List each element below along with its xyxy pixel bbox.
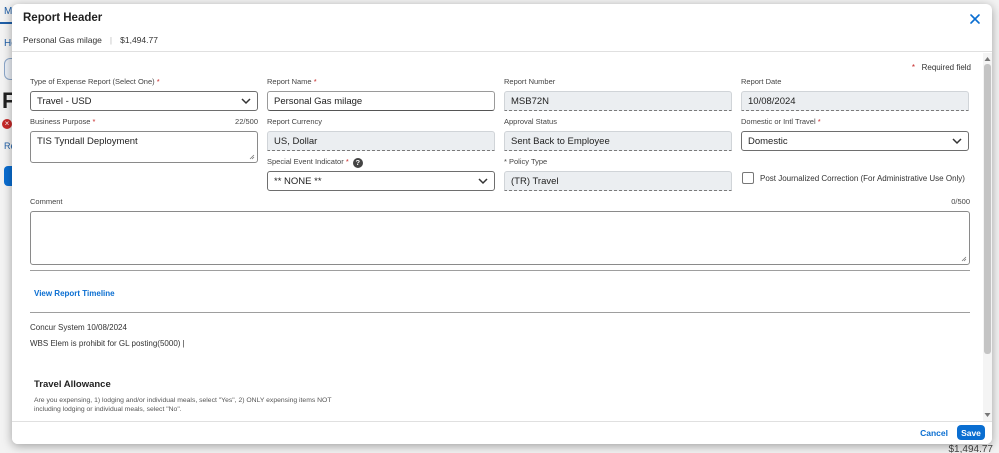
special-event-field: Special Event Indicator *? ** NONE ** (267, 157, 495, 191)
policy-type-value: (TR) Travel (511, 175, 559, 187)
approval-status-value: Sent Back to Employee (511, 135, 610, 147)
business-purpose-counter: 22/500 (235, 117, 258, 126)
report-summary: Personal Gas milage | $1,494.77 (23, 35, 158, 45)
report-number-field: Report Number MSB72N (504, 77, 732, 111)
business-purpose-value: TIS Tyndall Deployment (37, 136, 138, 147)
scrollbar-thumb[interactable] (984, 64, 991, 354)
required-star: * (911, 63, 915, 72)
summary-separator: | (109, 35, 113, 45)
expense-type-field: Type of Expense Report (Select One) * Tr… (30, 77, 258, 111)
travel-allowance-description: Are you expensing, 1) lodging and/or ind… (34, 397, 332, 413)
comment-counter: 0/500 (951, 197, 970, 206)
policy-type-input: (TR) Travel (504, 171, 732, 191)
post-journalized-row: Post Journalized Correction (For Adminis… (742, 172, 970, 184)
timeline-message: WBS Elem is prohibit for GL posting(5000… (30, 339, 185, 348)
post-journalized-field: Post Journalized Correction (For Adminis… (742, 172, 970, 184)
domestic-intl-select[interactable]: Domestic (741, 131, 969, 151)
required-note-text: Required field (921, 63, 971, 72)
scroll-down-arrow-icon[interactable] (984, 412, 991, 418)
report-number-label: Report Number (504, 77, 556, 86)
special-event-select[interactable]: ** NONE ** (267, 171, 495, 191)
report-date-input: 10/08/2024 (741, 91, 969, 111)
travel-allowance-title: Travel Allowance (34, 379, 111, 390)
chevron-down-icon (478, 178, 488, 185)
error-icon: × (2, 119, 12, 129)
dialog-title: Report Header (23, 12, 103, 24)
post-journalized-checkbox[interactable] (742, 172, 754, 184)
policy-type-field: * Policy Type (TR) Travel (504, 157, 732, 191)
policy-type-label: * Policy Type (504, 157, 548, 166)
report-date-label: Report Date (741, 77, 782, 86)
approval-status-input: Sent Back to Employee (504, 131, 732, 151)
summary-report-name: Personal Gas milage (23, 35, 102, 45)
report-header-dialog: Report Header Personal Gas milage | $1,4… (12, 4, 992, 444)
report-currency-label: Report Currency (267, 117, 323, 126)
report-name-input[interactable]: Personal Gas milage (267, 91, 495, 111)
domestic-intl-label: Domestic or Intl Travel * (741, 117, 821, 126)
expense-type-value: Travel - USD (37, 95, 92, 107)
required-field-note: * Required field (912, 63, 971, 72)
section-divider (30, 270, 970, 271)
approval-status-label: Approval Status (504, 117, 557, 126)
report-number-value: MSB72N (511, 95, 550, 107)
post-journalized-label: Post Journalized Correction (For Adminis… (760, 173, 965, 183)
approval-status-field: Approval Status Sent Back to Employee (504, 117, 732, 151)
report-currency-value: US, Dollar (274, 135, 318, 147)
report-name-field: Report Name * Personal Gas milage (267, 77, 495, 111)
dialog-header: Report Header Personal Gas milage | $1,4… (12, 4, 992, 52)
report-number-input: MSB72N (504, 91, 732, 111)
report-name-label: Report Name * (267, 77, 317, 86)
report-currency-field: Report Currency US, Dollar (267, 117, 495, 151)
scroll-up-arrow-icon[interactable] (984, 56, 991, 62)
expense-type-label: Type of Expense Report (Select One) * (30, 77, 160, 86)
special-event-value: ** NONE ** (274, 175, 322, 187)
report-name-value: Personal Gas milage (274, 95, 363, 107)
business-purpose-field: Business Purpose * 22/500 TIS Tyndall De… (30, 117, 258, 163)
close-button[interactable] (968, 12, 982, 26)
expense-type-select[interactable]: Travel - USD (30, 91, 258, 111)
comment-label: Comment 0/500 (30, 197, 970, 206)
resize-handle-icon[interactable] (249, 154, 255, 160)
chevron-down-icon (241, 98, 251, 105)
summary-report-amount: $1,494.77 (120, 35, 158, 45)
help-icon[interactable]: ? (352, 158, 363, 168)
dialog-body: * Required field Type of Expense Report … (12, 53, 992, 421)
timeline-system-entry: Concur System 10/08/2024 (30, 323, 127, 332)
chevron-down-icon (952, 138, 962, 145)
dialog-footer: Cancel Save (12, 421, 992, 444)
report-currency-input: US, Dollar (267, 131, 495, 151)
special-event-label: Special Event Indicator *? (267, 157, 495, 169)
view-report-timeline-link[interactable]: View Report Timeline (34, 289, 115, 298)
background-amount: $1,494.77 (948, 444, 994, 453)
business-purpose-label: Business Purpose * 22/500 (30, 117, 258, 126)
business-purpose-textarea[interactable]: TIS Tyndall Deployment (30, 131, 258, 163)
save-button[interactable]: Save (957, 425, 985, 440)
domestic-intl-value: Domestic (748, 135, 788, 147)
report-date-field: Report Date 10/08/2024 (741, 77, 969, 111)
domestic-intl-field: Domestic or Intl Travel * Domestic (741, 117, 969, 151)
resize-handle-icon[interactable] (961, 256, 967, 262)
cancel-button[interactable]: Cancel (920, 426, 948, 440)
comment-field: Comment 0/500 (30, 197, 970, 265)
comment-textarea[interactable] (30, 211, 970, 265)
report-date-value: 10/08/2024 (748, 95, 796, 107)
close-icon (970, 14, 980, 24)
section-divider (30, 312, 970, 313)
